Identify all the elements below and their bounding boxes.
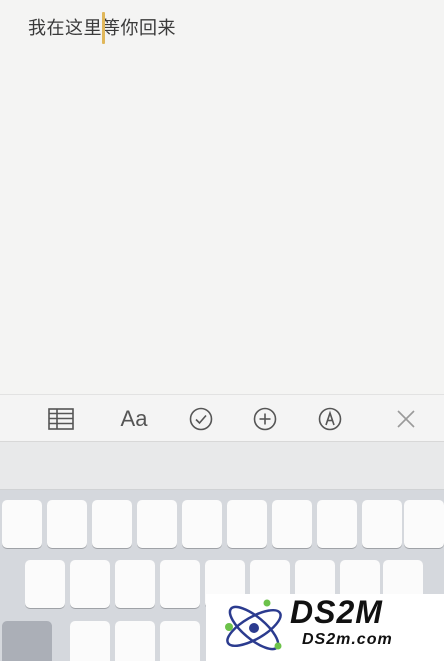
keyboard-suggestion-bar (0, 442, 444, 490)
text-format-icon: Aa (120, 406, 148, 431)
checklist-icon (189, 407, 213, 431)
keyboard-key[interactable] (70, 621, 110, 661)
table-icon (48, 408, 74, 430)
keyboard-key[interactable] (160, 560, 200, 608)
text-format-button[interactable]: Aa (114, 403, 154, 435)
note-editor[interactable]: 我在这里等你回来 (0, 0, 444, 394)
keyboard-key[interactable] (115, 621, 155, 661)
close-icon (396, 409, 416, 429)
keyboard-key[interactable] (47, 500, 87, 548)
watermark-subtitle: DS2m.com (302, 631, 393, 648)
markup-pen-icon (318, 407, 342, 431)
keyboard-key[interactable] (182, 500, 222, 548)
keyboard-key[interactable] (160, 621, 200, 661)
keyboard-key[interactable] (25, 560, 65, 608)
table-button[interactable] (46, 403, 76, 435)
keyboard-key[interactable] (70, 560, 110, 608)
markup-button[interactable] (315, 403, 345, 435)
checklist-button[interactable] (186, 403, 216, 435)
shift-key[interactable] (2, 621, 52, 661)
keyboard-key[interactable] (115, 560, 155, 608)
formatting-toolbar: Aa (0, 394, 444, 442)
keyboard-key[interactable] (272, 500, 312, 548)
close-button[interactable] (392, 403, 420, 435)
keyboard-key[interactable] (317, 500, 357, 548)
keyboard-key[interactable] (137, 500, 177, 548)
keyboard-key[interactable] (227, 500, 267, 548)
watermark-title: DS2M (290, 594, 383, 630)
keyboard-key[interactable] (92, 500, 132, 548)
keyboard-key[interactable] (362, 500, 402, 548)
add-button[interactable] (250, 403, 280, 435)
keyboard-key[interactable] (404, 500, 444, 548)
watermark-logo: DS2M DS2m.com (206, 594, 444, 661)
plus-circle-icon (253, 407, 277, 431)
text-caret (102, 12, 105, 44)
keyboard-key[interactable] (2, 500, 42, 548)
atom-logo-icon (225, 599, 282, 651)
